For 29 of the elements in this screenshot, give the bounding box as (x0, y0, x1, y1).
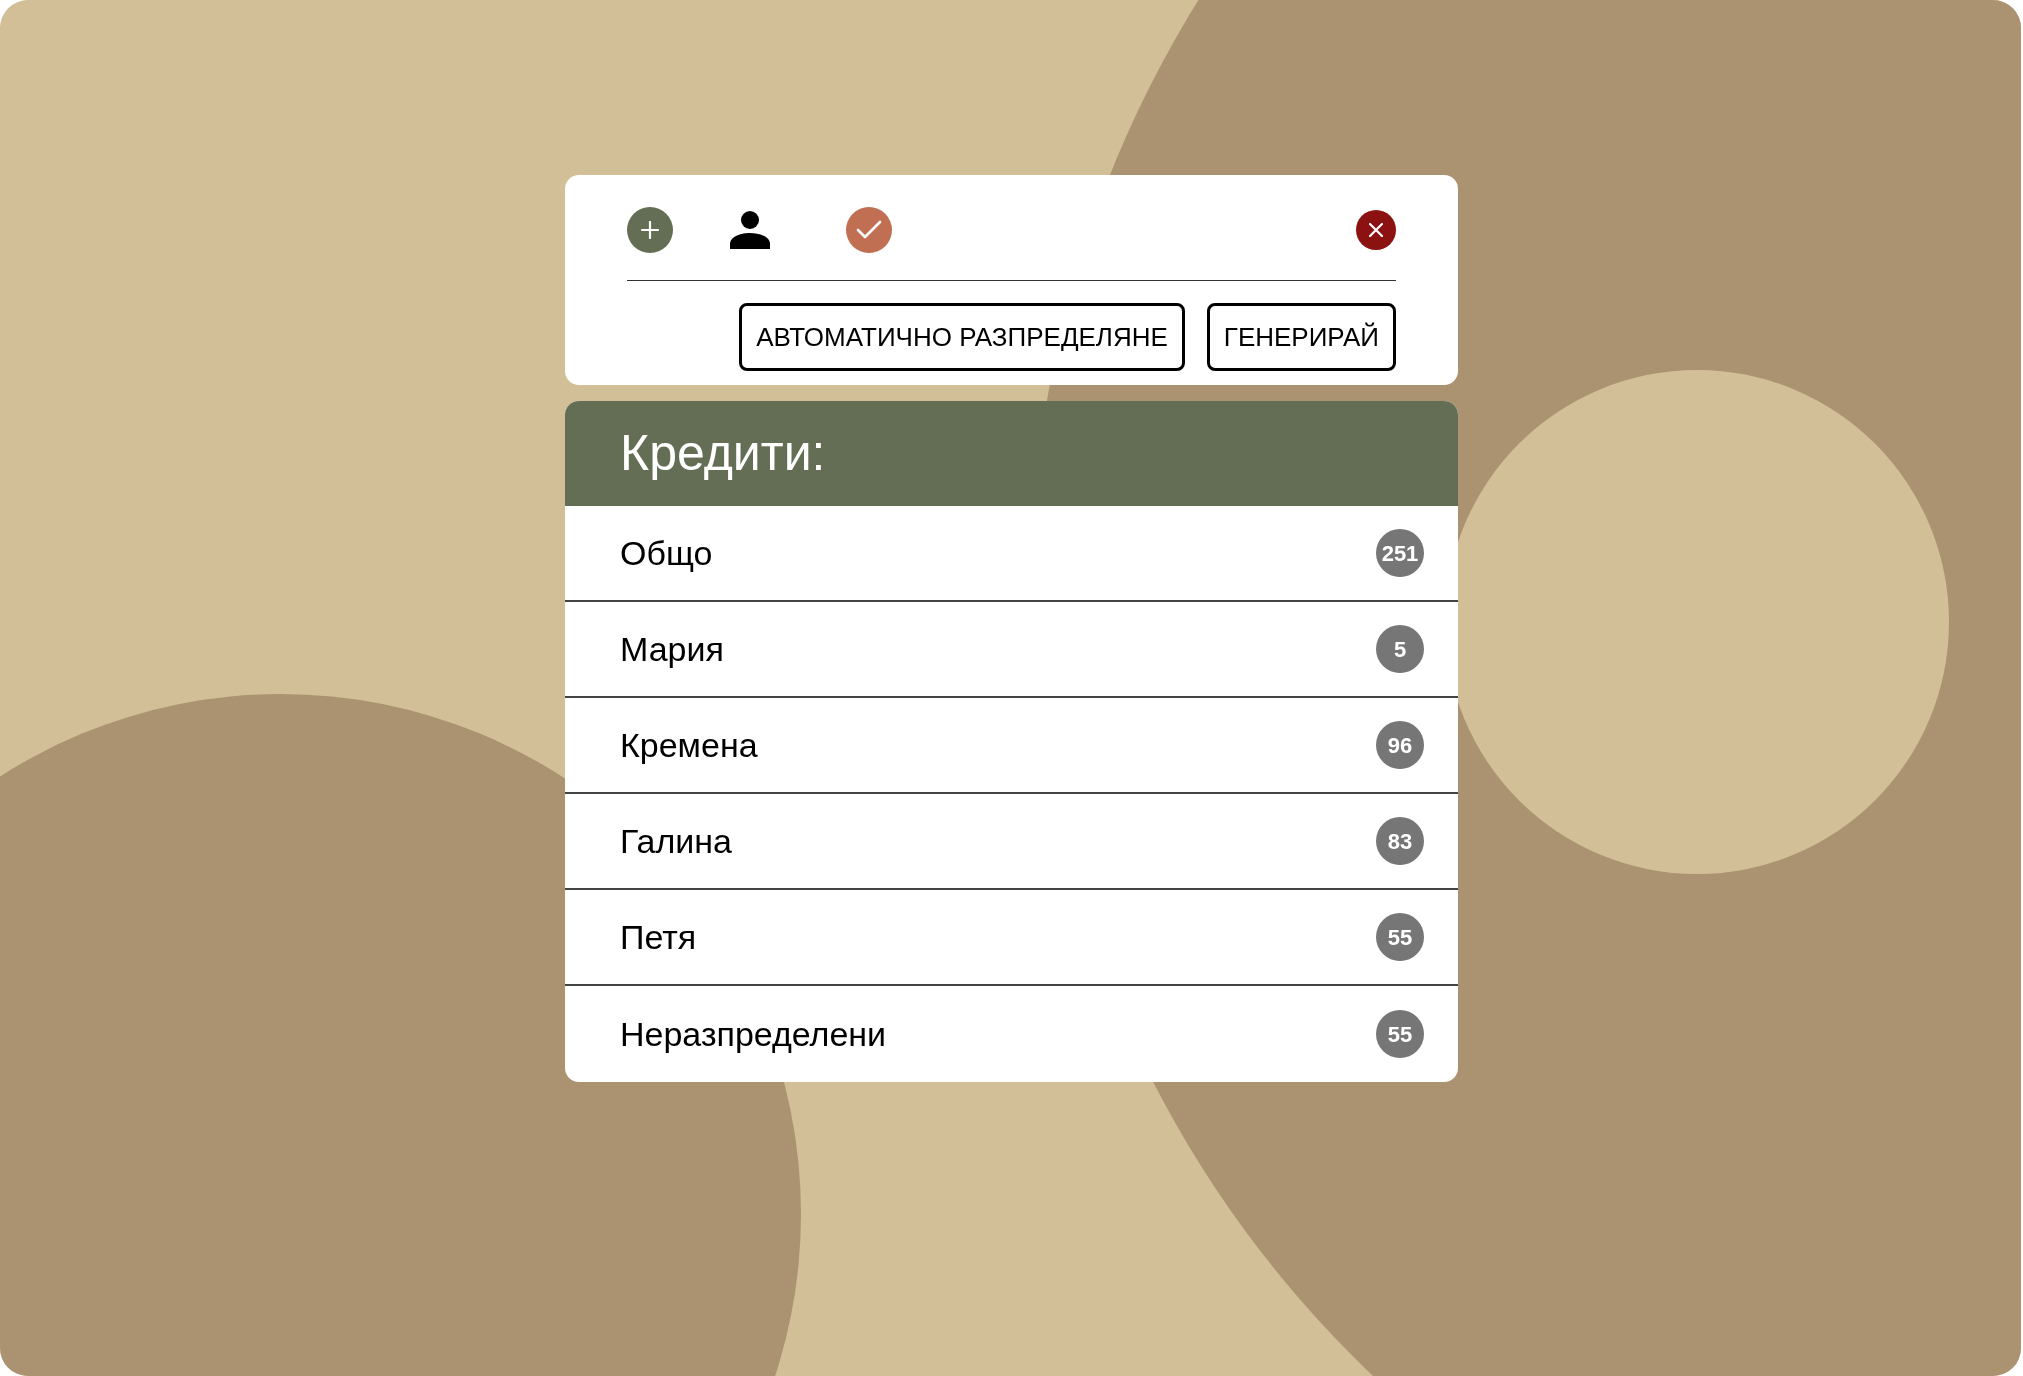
count-badge: 55 (1376, 913, 1424, 961)
count-badge: 5 (1376, 625, 1424, 673)
count-badge: 251 (1376, 529, 1424, 577)
confirm-button[interactable] (846, 207, 892, 253)
action-button[interactable]: ГЕНЕРИРАЙ (1206, 303, 1396, 371)
plus-icon (641, 221, 659, 239)
check-icon (856, 220, 882, 240)
user-icon (730, 211, 770, 249)
close-icon (1369, 223, 1383, 237)
person-name: Мария (620, 628, 724, 670)
person-name: Общо (620, 532, 713, 574)
person-name: Кремена (620, 724, 758, 766)
credit-row[interactable]: Кремена 96 (565, 698, 1458, 794)
credits-title: Кредити: (620, 424, 826, 483)
add-button[interactable] (627, 207, 673, 253)
credit-row[interactable]: Петя 55 (565, 890, 1458, 986)
user-button[interactable] (729, 209, 771, 251)
credit-row[interactable]: Галина 83 (565, 794, 1458, 890)
count-badge: 55 (1376, 1010, 1424, 1058)
count-badge: 96 (1376, 721, 1424, 769)
count-badge: 83 (1376, 817, 1424, 865)
credit-row[interactable]: Мария 5 (565, 602, 1458, 698)
person-name: Петя (620, 916, 697, 958)
credit-row[interactable]: Общо 251 (565, 506, 1458, 602)
action-button[interactable]: АВТОМАТИЧНО РАЗПРЕДЕЛЯНЕ (739, 303, 1185, 371)
close-button[interactable] (1356, 210, 1396, 250)
person-name: Неразпределени (620, 1013, 887, 1055)
person-name: Галина (620, 820, 732, 862)
credit-row[interactable]: Неразпределени 55 (565, 986, 1458, 1082)
